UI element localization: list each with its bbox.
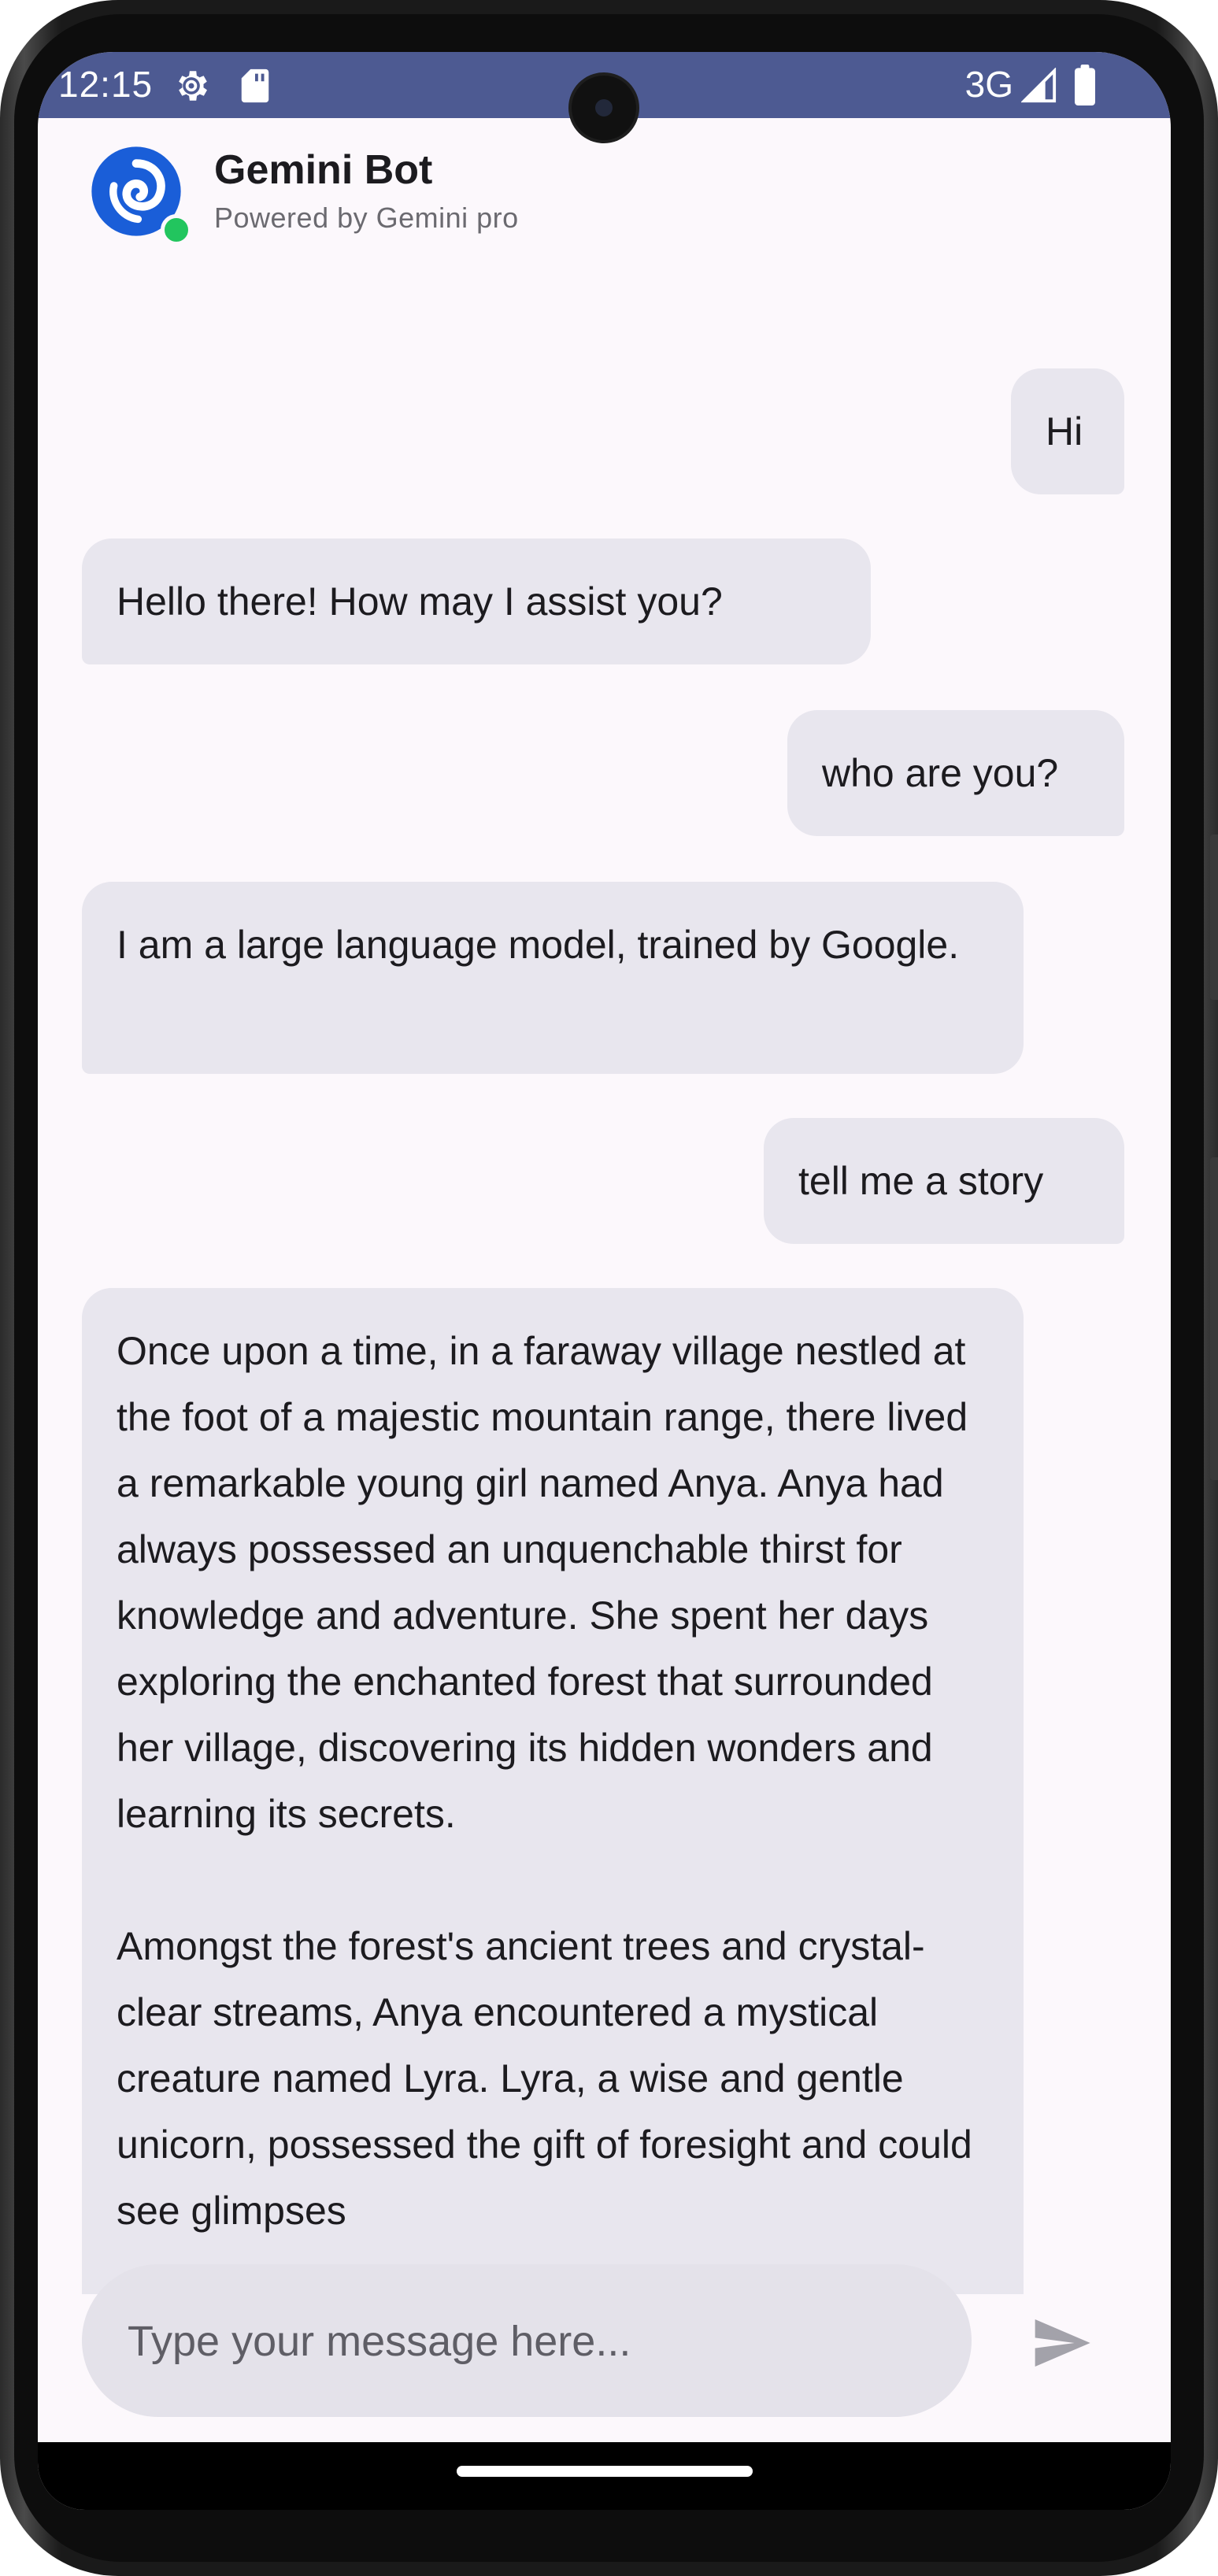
message-composer	[82, 2264, 972, 2419]
battery-icon	[1075, 65, 1095, 105]
bot-message-bubble: Hello there! How may I assist you?	[82, 539, 871, 664]
phone-frame: 12:15 3G Gemini Bot Powered by Gemini pr…	[0, 0, 1218, 2576]
message-input[interactable]	[126, 2264, 940, 2419]
bot-message-bubble: I am a large language model, trained by …	[82, 882, 1024, 1074]
power-button	[1210, 1157, 1218, 1480]
home-indicator[interactable]	[457, 2466, 753, 2477]
app-screen: 12:15 3G Gemini Bot Powered by Gemini pr…	[38, 52, 1171, 2510]
send-icon	[1035, 2319, 1090, 2367]
chat-header: Gemini Bot Powered by Gemini pro	[38, 118, 1171, 299]
user-message-bubble: Hi	[1011, 368, 1124, 494]
volume-button	[1210, 835, 1218, 1000]
settings-gear-icon	[179, 71, 207, 101]
sd-card-icon	[241, 68, 269, 103]
status-time: 12:15	[58, 64, 154, 105]
user-message-bubble: who are you?	[787, 710, 1124, 836]
signal-icon	[1021, 68, 1057, 103]
user-message-bubble: tell me a story	[764, 1118, 1124, 1244]
send-button[interactable]	[1022, 2304, 1101, 2382]
bot-name: Gemini Bot	[214, 147, 433, 193]
network-type: 3G	[964, 64, 1013, 105]
bot-message-bubble: Once upon a time, in a faraway village n…	[82, 1288, 1024, 2294]
chat-message-list[interactable]: Hi Hello there! How may I assist you? wh…	[38, 299, 1171, 2294]
bot-subtitle: Powered by Gemini pro	[214, 202, 519, 234]
online-status-dot	[161, 214, 192, 246]
